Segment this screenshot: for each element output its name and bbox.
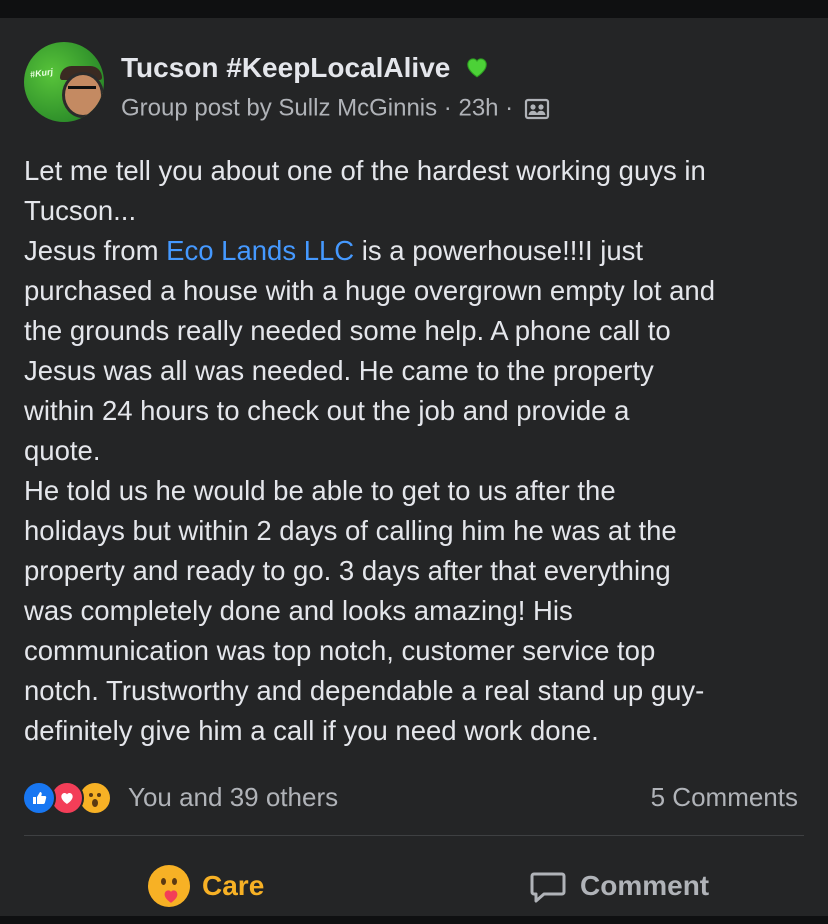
post-body-line: Jesus from Eco Lands LLC is a powerhouse… xyxy=(24,231,814,271)
meta-separator-2: · xyxy=(498,94,520,122)
post-body-line: communication was top notch, customer se… xyxy=(24,631,814,671)
care-label: Care xyxy=(202,870,265,901)
group-name-row: Tucson #KeepLocalAlive xyxy=(121,52,490,84)
avatar-sticker-text: #Kurj xyxy=(29,66,54,80)
post-body-text: communication was top notch, customer se… xyxy=(24,635,656,666)
post-time-link[interactable]: 23h xyxy=(458,95,498,122)
post-body-line: the grounds really needed some help. A p… xyxy=(24,311,814,351)
group-post-card: #Kurj Tucson #KeepLocalAlive Group post … xyxy=(0,18,828,916)
post-body-text: notch. Trustworthy and dependable a real… xyxy=(24,675,705,706)
post-meta: Group post by Sullz McGinnis · 23h · xyxy=(121,94,550,123)
post-body-line: property and ready to go. 3 days after t… xyxy=(24,551,814,591)
post-body-text: quote. xyxy=(24,435,101,466)
author-name-link[interactable]: Sullz McGinnis xyxy=(278,95,437,122)
post-body-line: notch. Trustworthy and dependable a real… xyxy=(24,671,814,711)
post-body: Let me tell you about one of the hardest… xyxy=(24,151,814,751)
post-body-line: purchased a house with a huge overgrown … xyxy=(24,271,814,311)
comments-count-link[interactable]: 5 Comments xyxy=(651,782,798,813)
post-body-line: holidays but within 2 days of calling hi… xyxy=(24,511,814,551)
post-body-text: holidays but within 2 days of calling hi… xyxy=(24,515,677,546)
post-body-line: quote. xyxy=(24,431,814,471)
care-icon-right-eye xyxy=(172,878,177,885)
group-avatar[interactable]: #Kurj xyxy=(24,42,104,122)
post-body-text: definitely give him a call if you need w… xyxy=(24,715,599,746)
care-icon xyxy=(148,865,190,907)
green-heart-icon xyxy=(467,58,487,78)
like-icon xyxy=(22,781,56,815)
post-body-line: Tucson... xyxy=(24,191,814,231)
meta-prefix: Group post by xyxy=(121,94,279,122)
post-actions: Care Comment xyxy=(0,856,828,916)
post-body-text: is a powerhouse!!!I just xyxy=(354,235,644,266)
post-body-line: Let me tell you about one of the hardest… xyxy=(24,151,814,191)
reactions-bar[interactable]: You and 39 others 5 Comments xyxy=(22,778,812,815)
post-body-text: Jesus was all was needed. He came to the… xyxy=(24,355,654,386)
post-body-text: the grounds really needed some help. A p… xyxy=(24,315,671,346)
post-body-text: Tucson... xyxy=(24,195,137,226)
post-body-text: property and ready to go. 3 days after t… xyxy=(24,555,671,586)
group-audience-icon xyxy=(524,98,549,119)
post-body-text: He told us he would be able to get to us… xyxy=(24,475,616,506)
care-icon-heart xyxy=(164,890,178,903)
avatar-glasses xyxy=(68,86,96,95)
post-body-text: Jesus from xyxy=(24,235,167,266)
comment-label: Comment xyxy=(580,870,710,901)
post-body-line: definitely give him a call if you need w… xyxy=(24,711,814,751)
comment-button[interactable]: Comment xyxy=(528,856,709,916)
post-body-line: He told us he would be able to get to us… xyxy=(24,471,814,511)
top-edge xyxy=(0,0,828,18)
post-body-line: within 24 hours to check out the job and… xyxy=(24,391,814,431)
care-button[interactable]: Care xyxy=(148,856,264,916)
post-body-text: purchased a house with a huge overgrown … xyxy=(24,275,715,306)
bottom-edge xyxy=(0,916,828,924)
reactions-summary[interactable]: You and 39 others xyxy=(128,782,338,813)
care-icon-left-eye xyxy=(161,878,166,885)
group-name-link[interactable]: Tucson #KeepLocalAlive xyxy=(121,52,450,83)
business-page-link[interactable]: Eco Lands LLC xyxy=(166,235,354,266)
meta-separator: · xyxy=(437,94,459,122)
comment-icon xyxy=(530,872,566,903)
avatar-face xyxy=(62,72,104,118)
post-body-text: was completely done and looks amazing! H… xyxy=(24,595,573,626)
post-body-line: was completely done and looks amazing! H… xyxy=(24,591,814,631)
action-divider xyxy=(24,835,804,836)
post-body-text: Let me tell you about one of the hardest… xyxy=(24,155,706,186)
post-body-line: Jesus was all was needed. He came to the… xyxy=(24,351,814,391)
post-body-text: within 24 hours to check out the job and… xyxy=(24,395,630,426)
